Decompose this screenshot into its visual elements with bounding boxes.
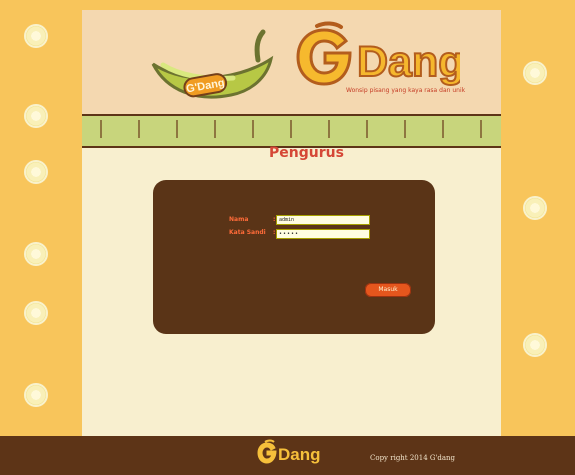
- banana-slice-decoration: [24, 242, 48, 266]
- login-box: [153, 180, 435, 334]
- footer-logo: Dang: [257, 439, 321, 464]
- page-title: Pengurus: [269, 145, 344, 161]
- username-label: Nama: [229, 216, 249, 223]
- tagline: Wonsip pisang yang kaya rasa dan unik: [346, 87, 466, 94]
- banana-slice-decoration: [24, 301, 48, 325]
- banana-slice-decoration: [523, 196, 547, 220]
- brand-name: Dang: [357, 38, 460, 86]
- username-input[interactable]: admin: [276, 215, 370, 225]
- banana-logo-icon: G'Dang: [151, 29, 274, 99]
- decorative-band: [82, 114, 501, 148]
- login-button[interactable]: Masuk: [365, 283, 411, 297]
- password-label: Kata Sandi: [229, 229, 266, 236]
- banana-slice-decoration: [24, 24, 48, 48]
- brand-wordmark: Dang: [296, 21, 460, 87]
- password-input[interactable]: •••••: [276, 229, 370, 239]
- footer-brand: Dang: [278, 445, 321, 464]
- banana-slice-decoration: [24, 104, 48, 128]
- banana-slice-decoration: [523, 61, 547, 85]
- banana-slice-decoration: [24, 160, 48, 184]
- banana-slice-decoration: [24, 383, 48, 407]
- copyright-text: Copy right 2014 G'dang: [370, 454, 456, 462]
- banana-slice-decoration: [523, 333, 547, 357]
